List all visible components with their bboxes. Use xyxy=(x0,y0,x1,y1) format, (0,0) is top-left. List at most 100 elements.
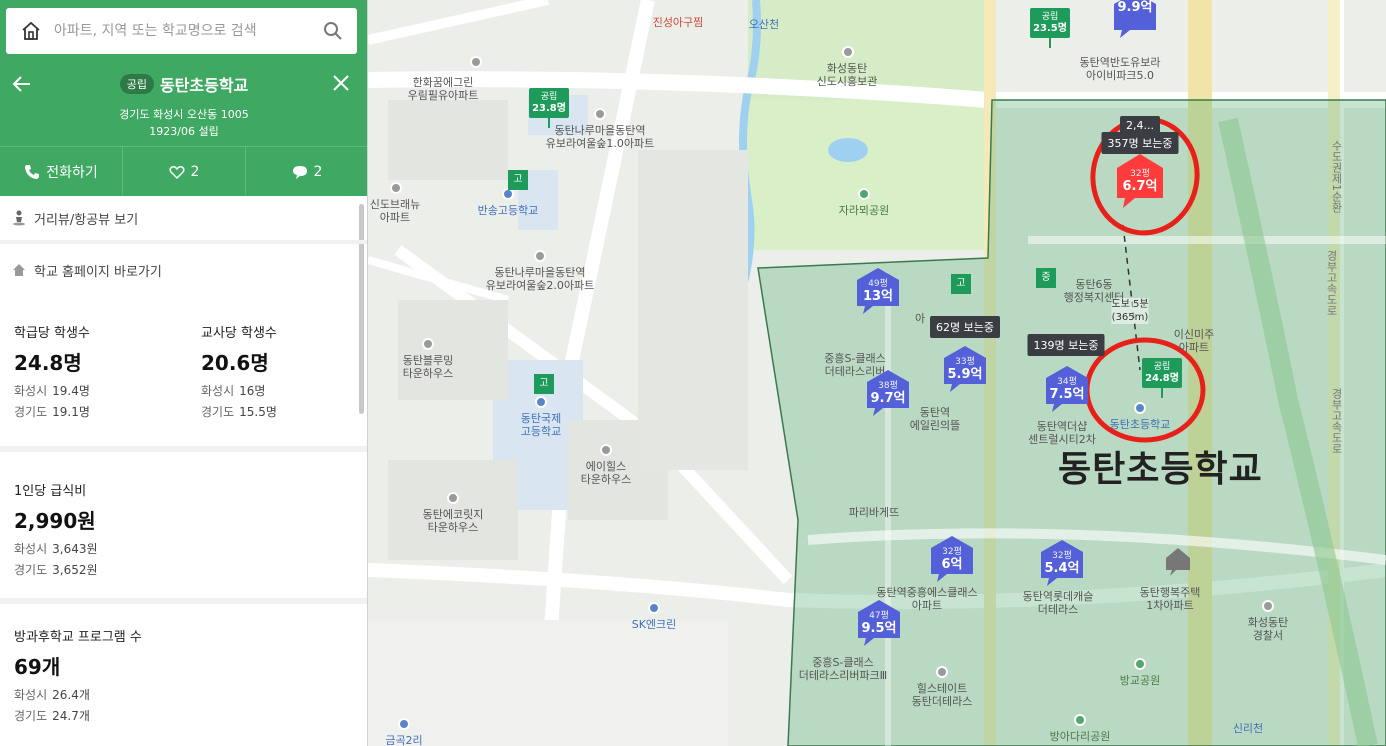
scrollbar[interactable] xyxy=(359,204,364,414)
label-jinsung: 진성아구찜 xyxy=(652,16,704,29)
label-bloom: 동탄블루밍 타운하우스 xyxy=(402,354,454,380)
stat-city: 화성시 26.4개 xyxy=(14,688,90,702)
price-marker[interactable]: 32평 5.4억 xyxy=(1037,538,1087,586)
selected-price-marker[interactable]: 32평 6.7억 xyxy=(1113,152,1167,208)
comment-button[interactable]: 2 xyxy=(246,147,367,196)
label-highway-3: 경부고속도로 xyxy=(1330,388,1343,454)
label-banga-park: 방아다리공원 xyxy=(1049,730,1111,743)
middle-school-marker[interactable]: 중 xyxy=(1036,268,1056,288)
apartment-icon[interactable] xyxy=(447,492,459,504)
house-icon xyxy=(13,264,25,276)
phone-icon xyxy=(25,164,40,179)
school-header: 공립 동탄초등학교 경기도 화성시 오산동 1005 1923/06 설립 xyxy=(0,66,367,146)
price-marker[interactable]: 47평 9.5억 xyxy=(854,598,904,646)
school-address: 경기도 화성시 오산동 1005 xyxy=(119,108,249,121)
like-count: 2 xyxy=(190,163,200,180)
stat-province: 경기도 24.7개 xyxy=(14,709,90,723)
school-founded: 1923/06 설립 xyxy=(149,125,219,138)
label-eunsan: 이신미주 아파트 xyxy=(1173,328,1215,354)
label-hanwha: 한화꿈에그린 우림필유아파트 xyxy=(407,76,479,102)
apartment-icon[interactable] xyxy=(470,56,482,68)
label-iparkbora: 동탄역반도유보라 아이비파크5.0 xyxy=(1079,56,1161,82)
place-icon[interactable] xyxy=(398,718,410,730)
stat-value: 69개 xyxy=(14,655,61,679)
label-elin: 동탄역 에일린의뜰 xyxy=(909,406,961,432)
school-name-annotation: 동탄초등학교 xyxy=(1058,449,1263,490)
homepage-label: 학교 홈페이지 바로가기 xyxy=(34,264,162,280)
museum-icon[interactable] xyxy=(842,46,854,58)
apartment-icon[interactable] xyxy=(594,108,606,120)
label-banggyo: 방교공원 xyxy=(1119,674,1161,687)
person-icon xyxy=(13,210,25,226)
gas-station-icon[interactable] xyxy=(648,602,660,614)
search-icon[interactable] xyxy=(323,21,343,41)
close-icon[interactable] xyxy=(330,72,352,94)
students-per-teacher: 교사당 학생수 20.6명 화성시 16명 경기도 15.5명 xyxy=(201,322,277,420)
title-row: 공립 동탄초등학교 xyxy=(0,72,367,96)
price-marker[interactable]: 49평 13억 xyxy=(853,266,903,314)
apartment-icon[interactable] xyxy=(390,182,402,194)
stat-value: 2,990원 xyxy=(14,509,96,533)
search-input[interactable] xyxy=(54,23,323,39)
public-school-flag[interactable]: 공립 24.8명 xyxy=(1142,358,1182,398)
park-icon[interactable] xyxy=(1134,658,1146,670)
school-detail-panel: 공립 동탄초등학교 경기도 화성시 오산동 1005 1923/06 설립 전화… xyxy=(0,0,368,746)
search-area xyxy=(0,0,367,66)
map-canvas[interactable]: 진성아구찜 오산천 화성동탄 신도시홍보관 한화꿈에그린 우림필유아파트 동탄나… xyxy=(368,0,1386,746)
label-highway-2: 경부고속도로 xyxy=(1325,250,1338,316)
stat-label: 학급당 학생수 xyxy=(14,326,90,341)
street-view-link[interactable]: 거리뷰/항공뷰 보기 xyxy=(0,206,360,230)
label-ecoritz: 동탄에코릿지 타운하우스 xyxy=(422,508,484,534)
label-geumgok: 금곡2리 xyxy=(385,734,423,746)
call-button[interactable]: 전화하기 xyxy=(0,147,123,196)
price-marker[interactable]: 33평 5.9억 xyxy=(940,344,990,392)
school-type-badge: 공립 xyxy=(119,74,154,94)
price-marker[interactable]: 9.9억 xyxy=(1110,0,1160,38)
school-name: 동탄초등학교 xyxy=(159,76,249,95)
viewer-count-badge: 357명 보는중 xyxy=(1101,132,1179,154)
detail-scroll-area[interactable]: 거리뷰/항공뷰 보기 학교 홈페이지 바로가기 학급당 학생수 24.8명 화성… xyxy=(0,196,367,746)
label-sclass3: 중흥S-클래스 더테라스리버파크Ⅲ xyxy=(798,656,888,682)
high-school-marker[interactable]: 고 xyxy=(534,374,554,394)
park-icon[interactable] xyxy=(858,188,870,200)
divider xyxy=(0,240,367,244)
stat-city: 화성시 19.4명 xyxy=(14,384,90,398)
school-homepage-link[interactable]: 학교 홈페이지 바로가기 xyxy=(0,258,360,282)
police-icon[interactable] xyxy=(1262,600,1274,612)
park-icon[interactable] xyxy=(1074,714,1086,726)
stat-province: 경기도 3,652원 xyxy=(14,563,98,577)
label-ai: 아 xyxy=(914,312,926,325)
high-school-marker[interactable]: 고 xyxy=(508,170,528,190)
after-school-programs: 방과후학교 프로그램 수 69개 화성시 26.4개 경기도 24.7개 xyxy=(14,626,142,724)
walk-distance-label: 도보 5분 (365m) xyxy=(1111,298,1149,324)
price-marker[interactable]: 34평 7.5억 xyxy=(1042,364,1092,412)
street-view-label: 거리뷰/항공뷰 보기 xyxy=(34,212,139,228)
like-button[interactable]: 2 xyxy=(123,147,246,196)
price-marker[interactable]: 38평 9.7억 xyxy=(863,368,913,416)
apartment-icon[interactable] xyxy=(534,250,546,262)
stat-city: 화성시 16명 xyxy=(201,384,266,398)
label-highway-1: 수도권제1순환 xyxy=(1330,140,1343,213)
public-school-flag[interactable]: 공립 23.8명 xyxy=(529,88,569,128)
house-marker-icon[interactable] xyxy=(1164,546,1192,576)
label-paris: 파리바게뜨 xyxy=(848,506,900,519)
school-icon[interactable] xyxy=(535,396,547,408)
stat-province: 경기도 15.5명 xyxy=(201,405,277,419)
search-box[interactable] xyxy=(6,8,357,54)
home-icon[interactable] xyxy=(20,20,42,42)
label-jara-park: 자라뫼공원 xyxy=(838,204,890,217)
school-icon[interactable] xyxy=(1134,402,1146,414)
label-ahills: 에이힐스 타운하우스 xyxy=(580,460,632,486)
apartment-icon[interactable] xyxy=(600,444,612,456)
label-sk: SK엔크린 xyxy=(631,618,677,631)
label-sinri: 신리천 xyxy=(1232,722,1264,735)
price-marker[interactable]: 32평 6억 xyxy=(927,534,977,582)
label-sindo: 신도브래뉴 아파트 xyxy=(369,198,421,224)
meal-cost: 1인당 급식비 2,990원 화성시 3,643원 경기도 3,652원 xyxy=(14,480,98,578)
apartment-icon[interactable] xyxy=(936,666,948,678)
apartment-icon[interactable] xyxy=(422,338,434,350)
label-bora2: 동탄나루마을동탄역 유보라여울숲2.0아파트 xyxy=(485,266,595,292)
public-school-flag[interactable]: 공립 23.5명 xyxy=(1030,8,1070,48)
divider xyxy=(0,598,367,604)
high-school-marker[interactable]: 고 xyxy=(951,274,971,294)
